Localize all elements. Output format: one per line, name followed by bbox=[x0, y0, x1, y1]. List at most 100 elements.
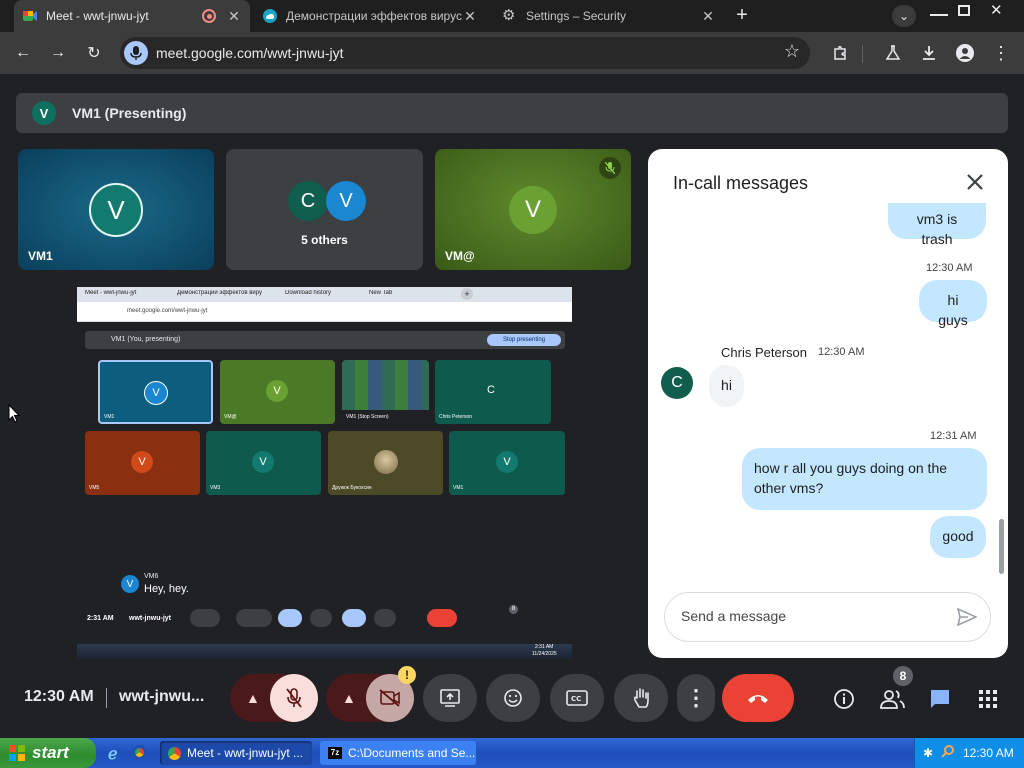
close-chat-icon[interactable] bbox=[964, 171, 986, 193]
shared-time: 2:31 AM bbox=[87, 615, 114, 622]
taskbar-clock: 12:30 AM bbox=[963, 746, 1014, 760]
meet-favicon-icon bbox=[22, 8, 38, 24]
send-icon[interactable] bbox=[956, 607, 978, 631]
participant-tile-others[interactable]: C V 5 others bbox=[226, 149, 423, 270]
shared-toolbar: meet.google.com/wwt-jnwu-jyt bbox=[77, 302, 572, 322]
forward-icon[interactable]: → bbox=[45, 40, 71, 66]
meeting-info-icon[interactable] bbox=[833, 688, 855, 710]
minimize-icon[interactable] bbox=[930, 4, 948, 16]
ie-quicklaunch-icon[interactable]: ℯ bbox=[108, 744, 117, 764]
chat-scrollbar[interactable] bbox=[999, 519, 1004, 574]
windows-taskbar: start ℯ Meet - wwt-jnwu-jyt ... 7z C:\Do… bbox=[0, 738, 1024, 768]
chrome-quicklaunch-icon[interactable] bbox=[132, 745, 147, 760]
reactions-button[interactable] bbox=[486, 674, 540, 722]
participant-tile-vm1[interactable]: V VM1 bbox=[18, 149, 214, 270]
shared-code: wwt-jnwu-jyt bbox=[129, 615, 171, 622]
participant-tile-vm-at[interactable]: V VM@ bbox=[435, 149, 631, 270]
taskbar-item-7zip[interactable]: 7z C:\Documents and Se... bbox=[320, 741, 476, 765]
camera-alert-badge: ! bbox=[398, 666, 416, 684]
taskbar-item-label: Meet - wwt-jnwu-jyt ... bbox=[187, 746, 304, 760]
gear-icon: ⚙ bbox=[502, 7, 516, 24]
shared-tile-name: VM3 bbox=[210, 485, 221, 491]
network-tray-icon[interactable]: ✱ bbox=[923, 746, 933, 760]
shared-tile-name: VM5 bbox=[89, 485, 100, 491]
tab-settings[interactable]: ⚙ Settings – Security ✕ bbox=[494, 0, 724, 32]
shared-notif-avatar: V bbox=[121, 575, 139, 593]
shared-tile: VM1 (Stop Screen) bbox=[342, 360, 429, 424]
close-tab-icon[interactable]: ✕ bbox=[226, 8, 242, 25]
address-bar[interactable]: meet.google.com/wwt-jnwu-jyt ☆ bbox=[120, 37, 810, 69]
labs-flask-icon[interactable] bbox=[880, 40, 906, 66]
shared-tile: V VM3 bbox=[206, 431, 321, 495]
site-info-icon[interactable] bbox=[124, 41, 148, 65]
shared-tile-photo-avatar bbox=[374, 450, 398, 474]
captions-button[interactable]: CC bbox=[550, 674, 604, 722]
shared-tab-1: Демонстрации эффектов вирусов bbox=[177, 290, 262, 296]
tab-virus-demos[interactable]: Демонстрации эффектов вирусов ✕ bbox=[254, 0, 486, 32]
shared-tile: C Chris Peterson bbox=[435, 360, 551, 424]
shared-people-count: 8 bbox=[509, 605, 518, 614]
shared-tabstrip: Meet - wwt-jnwu-jyt Демонстрации эффекто… bbox=[77, 287, 572, 302]
raise-hand-button[interactable] bbox=[614, 674, 668, 722]
shared-tile-name: VM@ bbox=[224, 414, 237, 420]
muted-mic-icon bbox=[599, 157, 621, 179]
chat-message-bubble: good bbox=[930, 516, 986, 558]
close-tab-icon[interactable]: ✕ bbox=[700, 8, 716, 25]
reload-icon[interactable]: ↻ bbox=[81, 40, 107, 66]
mic-off-button[interactable] bbox=[270, 674, 318, 722]
restore-icon[interactable] bbox=[958, 5, 970, 16]
search-tray-icon[interactable] bbox=[941, 744, 955, 763]
shared-tray-time: 2:31 AM bbox=[535, 644, 554, 650]
mouse-cursor-icon bbox=[8, 403, 21, 429]
chat-message-bubble: hi guys bbox=[919, 280, 987, 328]
shared-tile: V VM1 bbox=[449, 431, 565, 495]
toolbar-divider bbox=[862, 45, 863, 63]
new-tab-icon[interactable]: + bbox=[732, 5, 752, 25]
shared-screen-recursion bbox=[342, 360, 429, 410]
tab-search-icon[interactable]: ⌄ bbox=[892, 5, 916, 27]
bookmark-star-icon[interactable]: ☆ bbox=[784, 41, 800, 62]
video-options-button[interactable]: ▲ ! bbox=[326, 666, 416, 722]
taskbar-item-meet[interactable]: Meet - wwt-jnwu-jyt ... bbox=[160, 741, 312, 765]
chat-input-placeholder: Send a message bbox=[681, 608, 787, 624]
activities-grid-icon[interactable] bbox=[978, 689, 998, 709]
download-icon[interactable] bbox=[916, 40, 942, 66]
back-icon[interactable]: ← bbox=[10, 40, 36, 66]
chat-input[interactable]: Send a message bbox=[664, 592, 991, 642]
participant-avatar-c: C bbox=[288, 181, 328, 221]
present-screen-button[interactable] bbox=[423, 674, 477, 722]
shared-notif-text: Hey, hey. bbox=[144, 583, 189, 595]
tab-title: Settings – Security bbox=[526, 9, 627, 23]
shared-taskbar: 2:31 AM 11/24/2025 bbox=[77, 644, 572, 659]
chat-icon[interactable] bbox=[928, 687, 952, 711]
people-icon[interactable] bbox=[879, 688, 905, 710]
profile-icon[interactable] bbox=[952, 40, 978, 66]
meeting-code: wwt-jnwu... bbox=[119, 688, 205, 705]
participant-avatar-v: V bbox=[326, 181, 366, 221]
shared-tile: V VM5 bbox=[85, 431, 200, 495]
recording-icon bbox=[202, 9, 216, 23]
time-code-divider bbox=[106, 688, 107, 708]
tab-title: Meet - wwt-jnwu-jyt bbox=[46, 9, 149, 23]
shared-tab-2: Download history bbox=[285, 290, 332, 296]
taskbar-item-label: C:\Documents and Se... bbox=[348, 746, 476, 760]
shared-tile-name: VM1 bbox=[453, 485, 464, 491]
shared-controls bbox=[190, 609, 460, 629]
participant-name: VM1 bbox=[28, 249, 53, 263]
chat-timestamp: 12:31 AM bbox=[930, 430, 977, 442]
audio-options-button[interactable]: ▲ bbox=[230, 674, 318, 722]
shared-presenting-label: VM1 (You, presenting) bbox=[111, 336, 181, 343]
more-options-button[interactable]: ⋮ bbox=[677, 674, 715, 722]
tab-meet[interactable]: Meet - wwt-jnwu-jyt ✕ bbox=[14, 0, 250, 32]
chat-message-bubble: hi bbox=[709, 365, 744, 407]
windows-logo-icon bbox=[8, 744, 26, 762]
close-tab-icon[interactable]: ✕ bbox=[462, 8, 478, 25]
presenting-label: VM1 (Presenting) bbox=[72, 105, 187, 121]
close-window-icon[interactable]: ✕ bbox=[990, 1, 1003, 19]
chrome-icon bbox=[168, 746, 181, 760]
leave-call-button[interactable] bbox=[722, 674, 794, 722]
extensions-icon[interactable] bbox=[827, 40, 853, 66]
browser-menu-icon[interactable]: ⋮ bbox=[988, 40, 1014, 66]
start-button[interactable]: start bbox=[0, 738, 96, 768]
shared-tray-date: 11/24/2025 bbox=[532, 651, 557, 657]
